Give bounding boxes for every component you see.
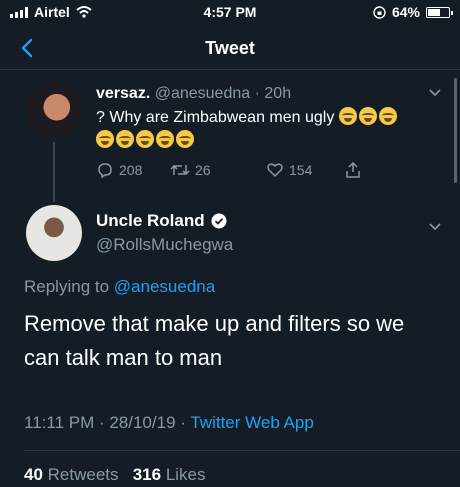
like-action[interactable]: 154 — [266, 161, 312, 179]
thread-connector — [53, 142, 55, 202]
parent-separator: · — [254, 85, 260, 102]
avatar-uncle-roland[interactable] — [26, 205, 82, 261]
battery-percent: 64% — [391, 4, 420, 20]
face-with-tears-of-joy-icon — [136, 130, 154, 148]
reply-count: 208 — [119, 162, 143, 178]
retweets-label: Retweets — [47, 465, 119, 484]
nav-bar: Tweet — [0, 26, 460, 70]
replying-to: Replying to @anesuedna — [24, 277, 215, 297]
verified-badge-icon — [211, 213, 227, 229]
face-with-tears-of-joy-icon — [176, 130, 194, 148]
main-tweet-text: Remove that make up and filters so we ca… — [24, 311, 405, 370]
share-action[interactable] — [344, 161, 362, 179]
likes-stat[interactable]: 316 Likes — [133, 465, 206, 484]
tweet-stats: 40 Retweets 316 Likes — [24, 465, 206, 485]
retweet-action[interactable]: 26 — [170, 161, 211, 179]
parent-tweet-text-line1: ? Why are Zimbabwean men ugly — [96, 107, 436, 128]
likes-label: Likes — [165, 465, 206, 484]
tweet-source-link[interactable]: Twitter Web App — [190, 413, 313, 432]
face-with-tears-of-joy-icon — [378, 107, 397, 125]
share-icon — [346, 161, 360, 178]
status-right: 64% — [373, 4, 453, 20]
replying-prefix: Replying to — [24, 277, 110, 296]
author-name-row: Uncle Roland — [96, 211, 233, 231]
parent-tweet-text: ? Why are Zimbabwean men ugly — [96, 109, 335, 126]
retweets-stat[interactable]: 40 Retweets — [24, 465, 119, 484]
tweet-metadata: 11:11 PM · 28/10/19 · Twitter Web App — [24, 413, 314, 433]
divider — [24, 450, 460, 451]
chevron-down-icon[interactable] — [428, 86, 442, 100]
orientation-lock-icon — [373, 5, 386, 19]
avatar-versaz[interactable] — [26, 82, 82, 138]
reply-action[interactable]: 208 — [96, 161, 142, 179]
chevron-down-icon[interactable] — [428, 220, 442, 234]
retweet-count: 26 — [195, 162, 211, 178]
heart-icon — [267, 163, 283, 178]
scrollbar[interactable] — [454, 78, 457, 183]
retweet-icon — [170, 164, 190, 176]
status-bar: Airtel 4:57 PM 64% — [0, 0, 460, 24]
like-count: 154 — [289, 162, 313, 178]
main-tweet-author[interactable]: Uncle Roland @RollsMuchegwa — [96, 211, 233, 255]
battery-icon — [426, 6, 453, 18]
tweet-detail-screen: Airtel 4:57 PM 64% Tweet versaz. @anesue… — [0, 0, 460, 487]
parent-tweet-actions: 208 26 154 — [96, 161, 396, 181]
retweets-count: 40 — [24, 465, 43, 484]
parent-tweet[interactable]: versaz. @anesuedna · 20h ? Why are Zimba… — [96, 84, 436, 151]
page-title: Tweet — [205, 38, 255, 58]
replying-mention-link[interactable]: @anesuedna — [114, 277, 215, 296]
face-with-tears-of-joy-icon — [116, 130, 134, 148]
face-with-tears-of-joy-icon — [358, 107, 377, 125]
author-name: Uncle Roland — [96, 211, 205, 230]
face-with-tears-of-joy-icon — [156, 130, 174, 148]
author-handle: @RollsMuchegwa — [96, 235, 234, 254]
emoji-group-line2 — [96, 130, 436, 151]
emoji-group-inline — [338, 107, 399, 126]
reply-icon — [98, 163, 112, 179]
parent-tweet-age: 20h — [264, 85, 292, 102]
face-with-tears-of-joy-icon — [338, 107, 357, 125]
face-with-tears-of-joy-icon — [96, 130, 114, 148]
parent-author-name[interactable]: versaz. — [96, 85, 150, 102]
parent-author-handle[interactable]: @anesuedna — [155, 85, 250, 102]
parent-tweet-header: versaz. @anesuedna · 20h — [96, 84, 436, 104]
likes-count: 316 — [132, 465, 162, 484]
tweet-timestamp: 11:11 PM · 28/10/19 · — [24, 413, 186, 432]
